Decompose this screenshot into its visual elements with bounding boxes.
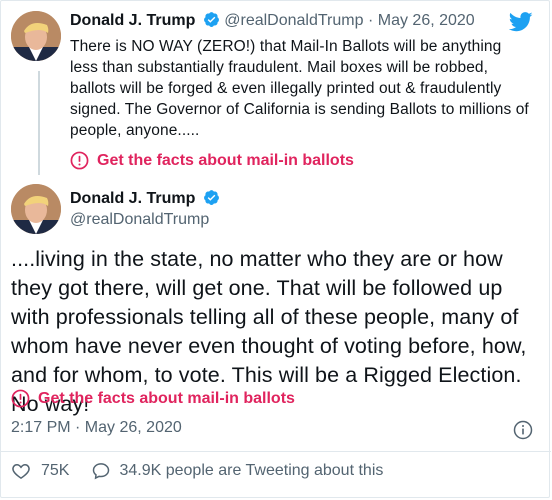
info-icon[interactable] xyxy=(513,420,533,440)
tweeting-about-link[interactable]: 34.9K people are Tweeting about this xyxy=(91,461,383,481)
twitter-bird-icon[interactable] xyxy=(509,12,533,32)
tweet-embed-card: Donald J. Trump @realDonaldTrump · May 2… xyxy=(0,0,551,498)
verified-badge-icon xyxy=(203,11,220,28)
exclamation-circle-icon xyxy=(70,151,89,170)
exclamation-circle-icon xyxy=(11,389,30,408)
separator-dot: · xyxy=(367,12,374,29)
speech-bubble-icon xyxy=(93,463,110,480)
thread-connector-line xyxy=(38,71,40,175)
tweet-text: There is NO WAY (ZERO!) that Mail-In Bal… xyxy=(70,38,529,139)
author-handle[interactable]: @realDonaldTrump xyxy=(224,12,363,29)
fact-check-label: Get the facts about mail-in ballots xyxy=(97,151,354,169)
divider xyxy=(1,451,551,452)
author-name[interactable]: Donald J. Trump xyxy=(70,190,195,207)
heart-icon xyxy=(12,463,30,479)
avatar[interactable] xyxy=(11,184,61,234)
fact-check-link[interactable]: Get the facts about mail-in ballots xyxy=(70,151,354,170)
verified-badge-icon xyxy=(203,189,220,206)
like-count: 75K xyxy=(41,462,70,479)
tweeting-about-label: 34.9K people are Tweeting about this xyxy=(119,462,384,479)
author-handle[interactable]: @realDonaldTrump xyxy=(70,211,209,229)
fact-check-link[interactable]: Get the facts about mail-in ballots xyxy=(11,389,295,408)
like-button[interactable]: 75K xyxy=(11,461,69,481)
engagement-bar: 75K 34.9K people are Tweeting about this xyxy=(11,461,383,481)
avatar[interactable] xyxy=(11,11,61,61)
fact-check-label: Get the facts about mail-in ballots xyxy=(38,389,295,407)
author-name[interactable]: Donald J. Trump xyxy=(70,12,195,29)
tweet-header: Donald J. Trump @realDonaldTrump · May 2… xyxy=(70,11,475,30)
tweet-header: Donald J. Trump xyxy=(70,189,220,208)
tweet-date[interactable]: May 26, 2020 xyxy=(378,12,475,29)
tweet-timestamp[interactable]: 2:17 PM · May 26, 2020 xyxy=(11,419,182,437)
